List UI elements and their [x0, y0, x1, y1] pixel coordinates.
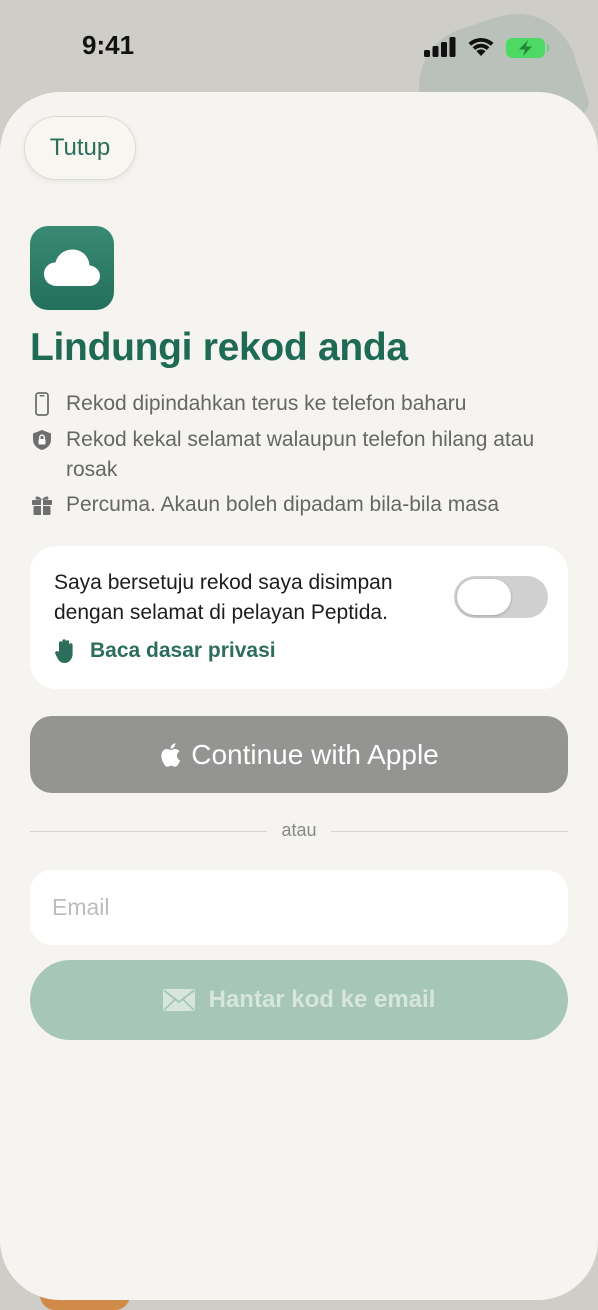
consent-toggle[interactable]: [454, 576, 548, 618]
apple-logo-icon: [159, 742, 181, 768]
status-bar: 9:41: [0, 0, 598, 92]
feature-text: Percuma. Akaun boleh dipadam bila-bila m…: [66, 493, 500, 516]
send-button-label: Hantar kod ke email: [208, 986, 436, 1013]
or-divider: atau: [30, 820, 568, 842]
email-field[interactable]: [30, 870, 568, 945]
hand-icon: [54, 638, 76, 664]
phone-icon: [30, 389, 54, 419]
feature-text: Rekod kekal selamat walaupun telefon hil…: [66, 428, 535, 481]
apple-button-label: Continue with Apple: [191, 738, 439, 770]
battery-charging-icon: [506, 37, 550, 64]
envelope-icon: [162, 989, 195, 1011]
consent-text: Saya bersetuju rekod saya disimpan denga…: [54, 571, 393, 624]
feature-text: Rekod dipindahkan terus ke telefon bahar…: [66, 392, 467, 415]
consent-card: Saya bersetuju rekod saya disimpan denga…: [30, 546, 568, 689]
status-time: 9:41: [82, 30, 135, 60]
feature-item: Percuma. Akaun boleh dipadam bila-bila m…: [30, 490, 499, 520]
close-button[interactable]: Tutup: [24, 116, 136, 180]
feature-item: Rekod kekal selamat walaupun telefon hil…: [30, 425, 550, 485]
privacy-policy-link[interactable]: Baca dasar privasi: [54, 638, 276, 664]
wifi-icon: [466, 35, 496, 62]
cloud-icon: [30, 226, 114, 310]
send-code-to-email-button[interactable]: Hantar kod ke email: [30, 960, 568, 1040]
protect-records-sheet: Tutup Lindungi rekod anda Rekod dipindah…: [0, 92, 598, 1300]
shield-lock-icon: [30, 425, 54, 455]
page-title: Lindungi rekod anda: [30, 326, 408, 369]
feature-item: Rekod dipindahkan terus ke telefon bahar…: [30, 389, 466, 419]
privacy-link-label: Baca dasar privasi: [90, 639, 276, 662]
divider-line: [331, 831, 568, 832]
toggle-knob: [457, 579, 511, 615]
gift-icon: [30, 490, 54, 520]
continue-with-apple-button[interactable]: Continue with Apple: [30, 716, 568, 793]
cellular-signal-icon: [424, 37, 456, 62]
